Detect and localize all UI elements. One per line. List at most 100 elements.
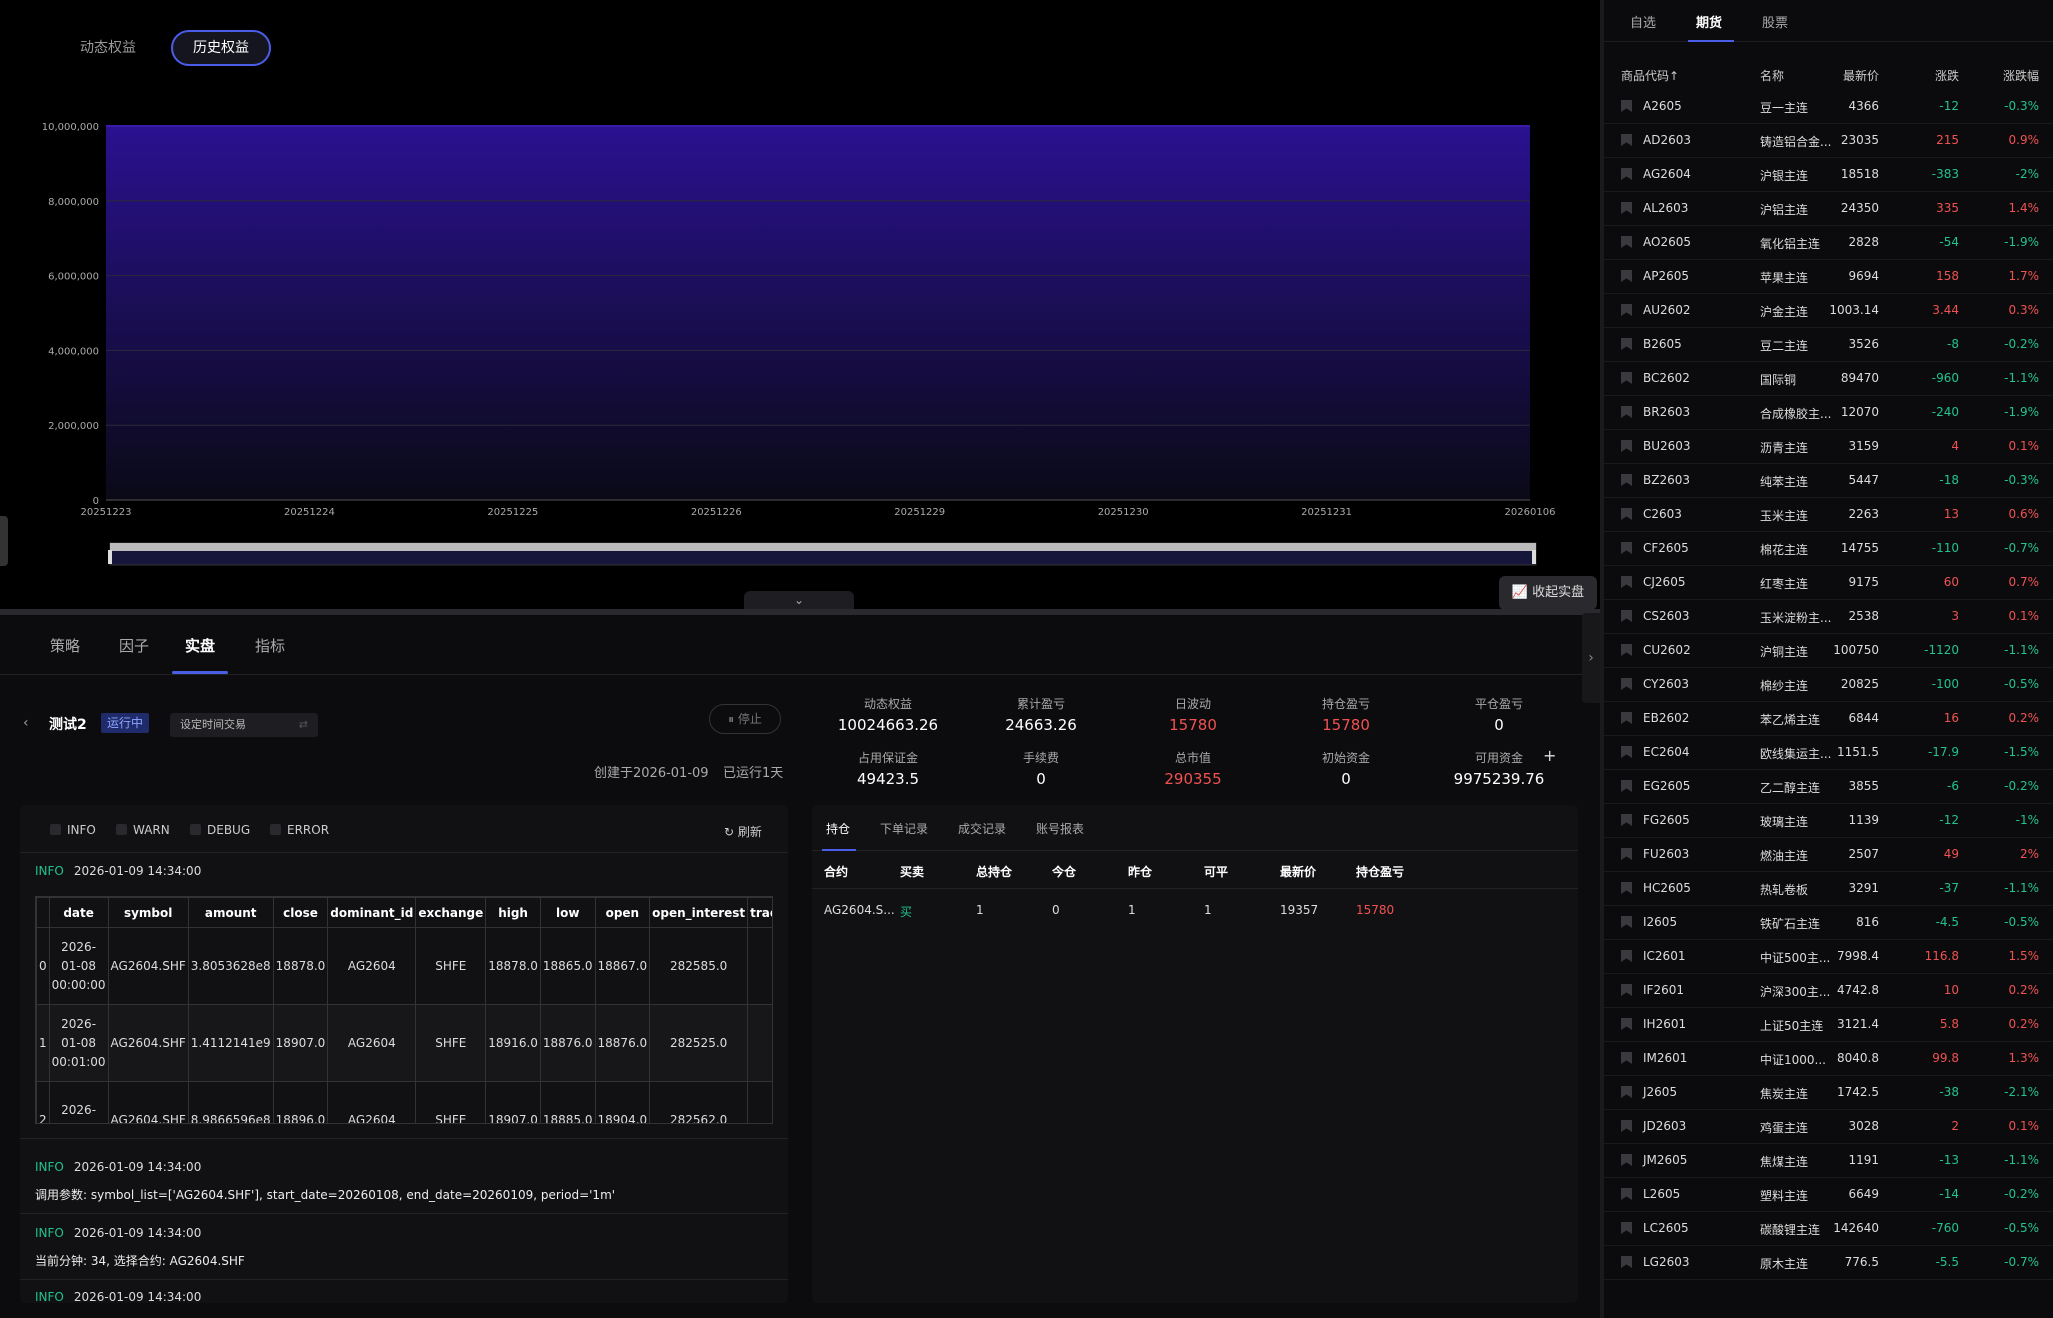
quote-row[interactable]: B2605 豆二主连 3526 -8 -0.2% [1604,328,2053,362]
quote-row[interactable]: C2603 玉米主连 2263 13 0.6% [1604,498,2053,532]
zoom-slider-bar[interactable] [110,543,1536,551]
quote-row[interactable]: LG2603 原木主连 776.5 -5.5 -0.7% [1604,1246,2053,1280]
bookmark-icon[interactable] [1621,746,1632,758]
bookmark-icon[interactable] [1621,984,1632,996]
bookmark-icon[interactable] [1621,610,1632,622]
bookmark-icon[interactable] [1621,576,1632,588]
bookmark-icon[interactable] [1621,1222,1632,1234]
bookmark-icon[interactable] [1621,236,1632,248]
column-header-price[interactable]: 最新价 [1843,67,1879,84]
tab-positions[interactable]: 持仓 [826,820,850,837]
right-panel-toggle[interactable]: › [1582,613,1600,703]
quote-row[interactable]: BR2603 合成橡胶主... 12070 -240 -1.9% [1604,396,2053,430]
quote-row[interactable]: JM2605 焦煤主连 1191 -13 -1.1% [1604,1144,2053,1178]
bookmark-icon[interactable] [1621,950,1632,962]
bookmark-icon[interactable] [1621,1052,1632,1064]
bookmark-icon[interactable] [1621,100,1632,112]
quote-row[interactable]: CJ2605 红枣主连 9175 60 0.7% [1604,566,2053,600]
quote-row[interactable]: LC2605 碳酸锂主连 142640 -760 -0.5% [1604,1212,2053,1246]
quote-row[interactable]: CS2603 玉米淀粉主... 2538 3 0.1% [1604,600,2053,634]
bookmark-icon[interactable] [1621,882,1632,894]
quote-row[interactable]: BZ2603 纯苯主连 5447 -18 -0.3% [1604,464,2053,498]
quote-row[interactable]: AL2603 沪铝主连 24350 335 1.4% [1604,192,2053,226]
quote-row[interactable]: FG2605 玻璃主连 1139 -12 -1% [1604,804,2053,838]
quote-row[interactable]: AP2605 苹果主连 9694 158 1.7% [1604,260,2053,294]
tab-dynamic-equity[interactable]: 动态权益 [60,30,156,66]
tab-history-equity[interactable]: 历史权益 [171,30,271,66]
bookmark-icon[interactable] [1621,1188,1632,1200]
quote-row[interactable]: L2605 塑料主连 6649 -14 -0.2% [1604,1178,2053,1212]
bookmark-icon[interactable] [1621,542,1632,554]
bookmark-icon[interactable] [1621,440,1632,452]
quote-row[interactable]: BC2602 国际铜 89470 -960 -1.1% [1604,362,2053,396]
column-header-code[interactable]: 商品代码↑ [1621,67,1679,84]
column-header-name[interactable]: 名称 [1760,67,1784,84]
bookmark-icon[interactable] [1621,1256,1632,1268]
quote-row[interactable]: JD2603 鸡蛋主连 3028 2 0.1% [1604,1110,2053,1144]
column-header-change[interactable]: 涨跌 [1935,67,1959,84]
bookmark-icon[interactable] [1621,916,1632,928]
bookmark-icon[interactable] [1621,848,1632,860]
bookmark-icon[interactable] [1621,678,1632,690]
quote-row[interactable]: AU2602 沪金主连 1003.14 3.44 0.3% [1604,294,2053,328]
tab-futures[interactable]: 期货 [1696,12,1722,31]
tab-trades[interactable]: 成交记录 [958,820,1006,837]
tab-stocks[interactable]: 股票 [1762,12,1788,31]
bookmark-icon[interactable] [1621,508,1632,520]
back-chevron-icon[interactable]: ‹ [23,715,29,731]
tab-orders[interactable]: 下单记录 [880,820,928,837]
tab-account-report[interactable]: 账号报表 [1036,820,1084,837]
bookmark-icon[interactable] [1621,406,1632,418]
zoom-handle-right[interactable] [1532,550,1536,564]
stop-button[interactable]: ⏸ 停止 [709,704,781,734]
bookmark-icon[interactable] [1621,202,1632,214]
bookmark-icon[interactable] [1621,644,1632,656]
bookmark-icon[interactable] [1621,372,1632,384]
chevron-down-icon[interactable]: ⌄ [744,591,854,610]
bookmark-icon[interactable] [1621,1086,1632,1098]
filter-info-checkbox[interactable]: INFO [50,823,96,837]
left-panel-toggle[interactable] [0,516,8,566]
bookmark-icon[interactable] [1621,270,1632,282]
quote-row[interactable]: CU2602 沪铜主连 100750 -1120 -1.1% [1604,634,2053,668]
bookmark-icon[interactable] [1621,304,1632,316]
quote-row[interactable]: EB2602 苯乙烯主连 6844 16 0.2% [1604,702,2053,736]
zoom-handle-left[interactable] [108,550,112,564]
bookmark-icon[interactable] [1621,780,1632,792]
quote-row[interactable]: CF2605 棉花主连 14755 -110 -0.7% [1604,532,2053,566]
filter-error-checkbox[interactable]: ERROR [270,823,329,837]
add-funds-icon[interactable]: + [1543,746,1556,765]
collapse-live-button[interactable]: 📈 收起实盘 [1499,576,1597,610]
bookmark-icon[interactable] [1621,474,1632,486]
bookmark-icon[interactable] [1621,1120,1632,1132]
quote-row[interactable]: J2605 焦炭主连 1742.5 -38 -2.1% [1604,1076,2053,1110]
bookmark-icon[interactable] [1621,712,1632,724]
quote-row[interactable]: HC2605 热轧卷板 3291 -37 -1.1% [1604,872,2053,906]
bookmark-icon[interactable] [1621,134,1632,146]
quote-row[interactable]: I2605 铁矿石主连 816 -4.5 -0.5% [1604,906,2053,940]
quote-row[interactable]: AO2605 氧化铝主连 2828 -54 -1.9% [1604,226,2053,260]
quote-row[interactable]: IH2601 上证50主连 3121.4 5.8 0.2% [1604,1008,2053,1042]
bookmark-icon[interactable] [1621,338,1632,350]
quote-row[interactable]: FU2603 燃油主连 2507 49 2% [1604,838,2053,872]
quote-row[interactable]: CY2603 棉纱主连 20825 -100 -0.5% [1604,668,2053,702]
tab-live[interactable]: 实盘 [185,635,215,656]
schedule-time-input[interactable]: 设定时间交易 ⇄ [170,713,318,737]
bookmark-icon[interactable] [1621,814,1632,826]
quote-row[interactable]: AG2604 沪银主连 18518 -383 -2% [1604,158,2053,192]
quote-row[interactable]: IF2601 沪深300主... 4742.8 10 0.2% [1604,974,2053,1008]
tab-indicator[interactable]: 指标 [255,635,285,656]
filter-debug-checkbox[interactable]: DEBUG [190,823,250,837]
quote-row[interactable]: IC2601 中证500主... 7998.4 116.8 1.5% [1604,940,2053,974]
filter-warn-checkbox[interactable]: WARN [116,823,170,837]
tab-factor[interactable]: 因子 [119,635,149,656]
column-header-change-pct[interactable]: 涨跌幅 [2003,67,2039,84]
bookmark-icon[interactable] [1621,1154,1632,1166]
quote-row[interactable]: EC2604 欧线集运主... 1151.5 -17.9 -1.5% [1604,736,2053,770]
bookmark-icon[interactable] [1621,168,1632,180]
tab-strategy[interactable]: 策略 [50,635,80,656]
tab-favorites[interactable]: 自选 [1630,12,1656,31]
quote-row[interactable]: BU2603 沥青主连 3159 4 0.1% [1604,430,2053,464]
quote-row[interactable]: A2605 豆一主连 4366 -12 -0.3% [1604,90,2053,124]
refresh-button[interactable]: ↻ 刷新 [724,823,762,840]
